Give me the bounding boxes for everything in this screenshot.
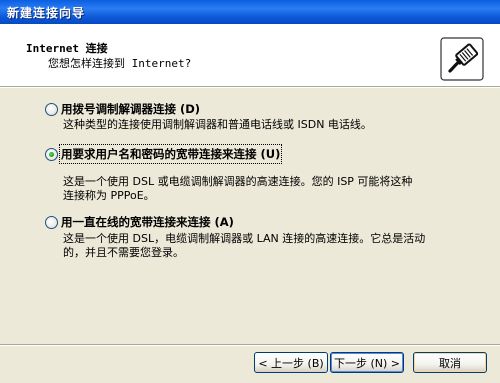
new-connection-wizard-window: 新建连接向导 Internet 连接 您想怎样连接到 Internet? 用拨号… <box>0 0 500 383</box>
dialup-radio[interactable] <box>45 103 58 116</box>
header-divider <box>0 87 500 88</box>
window-title: 新建连接向导 <box>7 6 86 20</box>
dialup-option-description: 这种类型的连接使用调制解调器和普通电话线或 ISDN 电话线。 <box>63 118 372 131</box>
always-on-description-line2: 的，并且不需要您登录。 <box>63 246 184 259</box>
always-on-radio[interactable] <box>45 216 58 229</box>
page-subtitle: 您想怎样连接到 Internet? <box>48 57 192 70</box>
dialup-option-label[interactable]: 用拨号调制解调器连接 (D) <box>61 101 200 117</box>
network-cable-plug-icon <box>440 37 484 81</box>
back-button[interactable]: < 上一步 (B) <box>254 352 328 373</box>
title-bar[interactable]: 新建连接向导 <box>0 0 500 24</box>
footer-divider-highlight <box>0 345 500 346</box>
cancel-button[interactable]: 取消 <box>413 352 487 373</box>
broadband-login-option-label[interactable]: 用要求用户名和密码的宽带连接来连接 (U) <box>58 144 283 164</box>
page-title: Internet 连接 <box>26 42 108 55</box>
broadband-login-description-line1: 这是一个使用 DSL 或电缆调制解调器的高速连接。您的 ISP 可能将这种 <box>63 175 413 188</box>
next-button[interactable]: 下一步 (N) > <box>330 352 404 373</box>
always-on-description-line1: 这是一个使用 DSL，电缆调制解调器或 LAN 连接的高速连接。它总是活动 <box>63 232 426 245</box>
wizard-header: Internet 连接 您想怎样连接到 Internet? <box>0 24 500 87</box>
broadband-login-description-line2: 连接称为 PPPoE。 <box>63 189 155 202</box>
always-on-option-label[interactable]: 用一直在线的宽带连接来连接 (A) <box>61 214 234 230</box>
broadband-login-radio[interactable] <box>45 148 58 161</box>
